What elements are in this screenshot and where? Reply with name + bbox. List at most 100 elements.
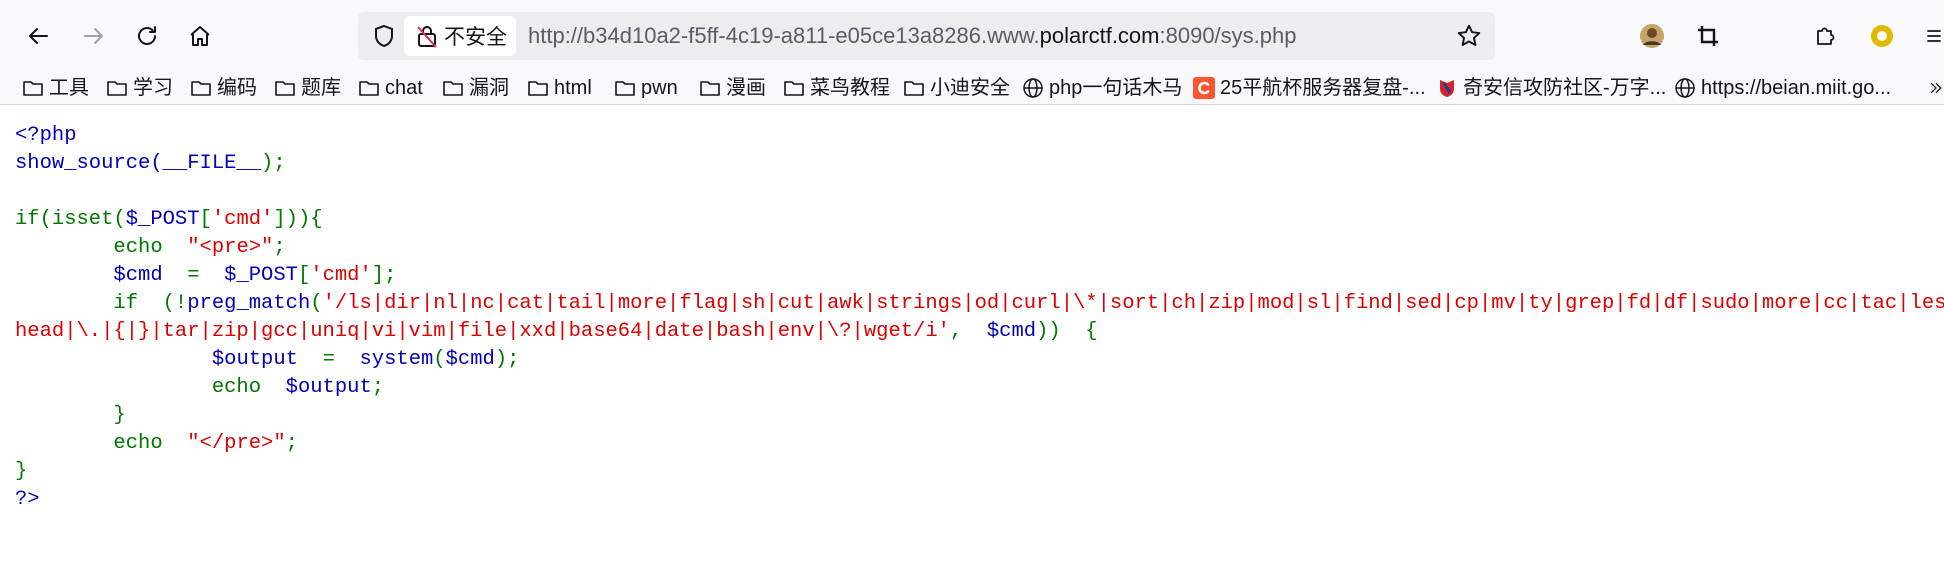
bookmark-label: 工具	[49, 77, 89, 99]
bookmark-label: 菜鸟教程	[810, 77, 890, 99]
bookmark-folder[interactable]: chat	[358, 72, 423, 104]
code-token: ,	[949, 320, 987, 343]
tracking-protection-button[interactable]	[366, 18, 402, 54]
code-line: if(isset($_POST['cmd'])){	[15, 206, 1944, 234]
code-token: (	[433, 348, 446, 371]
code-token: if (!	[15, 292, 188, 315]
bookmark-link[interactable]: 25平航杯服务器复盘-...	[1193, 72, 1426, 104]
code-token: '/ls|dir|nl|nc|cat|tail|more|flag|sh|cut…	[322, 292, 1944, 315]
url-domain: polarctf.com	[1039, 23, 1160, 48]
bookmark-folder[interactable]: 工具	[22, 72, 89, 104]
folder-icon	[904, 81, 924, 96]
code-token: [	[199, 208, 212, 231]
code-token: ;	[285, 432, 298, 455]
star-icon	[1457, 24, 1481, 46]
browser-toolbar: 不安全 http://b34d10a2-f5ff-4c19-a811-e05ce…	[0, 0, 1944, 72]
code-token: head|\.|{|}|tar|zip|gcc|uniq|vi|vim|file…	[15, 320, 950, 343]
folder-icon	[700, 81, 720, 96]
security-label: 不安全	[444, 26, 507, 49]
extension-button[interactable]	[1864, 18, 1900, 54]
bookmark-folder[interactable]: 小迪安全	[903, 72, 1010, 104]
bookmark-star-button[interactable]	[1453, 20, 1485, 52]
bookmark-label: 奇安信攻防社区-万字...	[1463, 77, 1667, 99]
code-token: echo	[15, 432, 188, 455]
bookmark-label: 漏洞	[469, 77, 509, 99]
code-line: }	[15, 458, 1944, 486]
code-token: $output	[285, 376, 372, 399]
code-line: if (!preg_match('/ls|dir|nl|nc|cat|tail|…	[15, 290, 1944, 318]
code-token: $_POST	[125, 208, 200, 231]
bookmark-label: chat	[385, 77, 423, 99]
puzzle-icon	[1817, 27, 1835, 45]
arrow-right-icon	[84, 28, 103, 44]
code-token: }	[15, 460, 28, 483]
code-token: __FILE__	[162, 152, 262, 175]
bookmark-folder[interactable]: html	[527, 72, 592, 104]
extension-avatar-button[interactable]	[1634, 18, 1670, 54]
avatar-icon	[1640, 24, 1664, 48]
screenshot-button[interactable]	[1690, 18, 1726, 54]
code-token: "</pre>"	[187, 432, 286, 455]
code-token: $cmd	[445, 348, 495, 371]
folder-icon	[784, 81, 804, 96]
folder-icon	[528, 81, 548, 96]
code-line: ?>	[15, 486, 1944, 514]
back-button[interactable]	[17, 14, 61, 58]
bookmark-folder[interactable]: 编码	[190, 72, 257, 104]
address-bar[interactable]: 不安全 http://b34d10a2-f5ff-4c19-a811-e05ce…	[358, 12, 1495, 60]
code-line: echo "</pre>";	[15, 430, 1944, 458]
code-line: head|\.|{|}|tar|zip|gcc|uniq|vi|vim|file…	[15, 318, 1944, 346]
code-token: system	[359, 348, 434, 371]
bookmark-folder[interactable]: 题库	[274, 72, 341, 104]
site-security-button[interactable]: 不安全	[404, 16, 516, 56]
bookmark-label: pwn	[641, 77, 678, 99]
code-line: show_source(__FILE__);	[15, 150, 1944, 178]
bookmark-folder[interactable]: pwn	[614, 72, 678, 104]
bookmark-folder[interactable]: 漏洞	[442, 72, 509, 104]
code-token: )) {	[1036, 320, 1098, 343]
csdn-logo-icon	[1193, 77, 1215, 99]
code-token: =	[297, 348, 360, 371]
url-prefix: http://b34d10a2-f5ff-4c19-a811-e05ce13a8…	[528, 23, 1040, 48]
forward-button[interactable]	[71, 14, 115, 58]
bookmark-folder[interactable]: 学习	[106, 72, 173, 104]
bookmark-folder[interactable]: 漫画	[699, 72, 766, 104]
code-line: <?php	[15, 122, 1944, 150]
bookmark-label: 题库	[301, 77, 341, 99]
ring-icon	[1871, 25, 1893, 47]
bookmark-label: php一句话木马	[1049, 77, 1183, 99]
folder-icon	[275, 81, 295, 96]
reload-button[interactable]	[125, 14, 169, 58]
extensions-button[interactable]	[1808, 18, 1844, 54]
shield-icon	[375, 24, 393, 48]
globe-icon	[1675, 78, 1695, 98]
bookmark-label: 漫画	[726, 77, 766, 99]
home-button[interactable]	[178, 14, 222, 58]
qianxin-logo-icon	[1440, 80, 1454, 97]
folder-icon	[191, 81, 211, 96]
insecure-lock-icon	[417, 26, 437, 48]
code-token: $cmd	[113, 264, 163, 287]
more-tools-button[interactable]	[1924, 18, 1944, 54]
code-token: );	[261, 152, 286, 175]
folder-icon	[359, 81, 379, 96]
crop-icon	[1698, 26, 1718, 46]
code-line: $cmd = $_POST['cmd'];	[15, 262, 1944, 290]
code-token: if(isset(	[15, 208, 126, 231]
bookmark-link[interactable]: php一句话木马	[1022, 72, 1182, 104]
bookmark-label: https://beian.miit.go...	[1701, 77, 1892, 99]
code-token: ])){	[273, 208, 323, 231]
code-token: "<pre>"	[187, 236, 274, 259]
bookmark-folder[interactable]: 菜鸟教程	[783, 72, 890, 104]
code-token: echo	[15, 236, 188, 259]
url-field[interactable]: http://b34d10a2-f5ff-4c19-a811-e05ce13a8…	[528, 12, 1296, 60]
bookmarks-overflow-button[interactable]	[1928, 72, 1944, 104]
code-token: 'cmd'	[310, 264, 372, 287]
bookmark-link[interactable]: https://beian.miit.go...	[1674, 72, 1891, 104]
home-icon	[190, 26, 210, 46]
bookmark-label: 学习	[133, 77, 173, 99]
folder-icon	[443, 81, 463, 96]
bookmark-link[interactable]: 奇安信攻防社区-万字...	[1436, 72, 1666, 104]
